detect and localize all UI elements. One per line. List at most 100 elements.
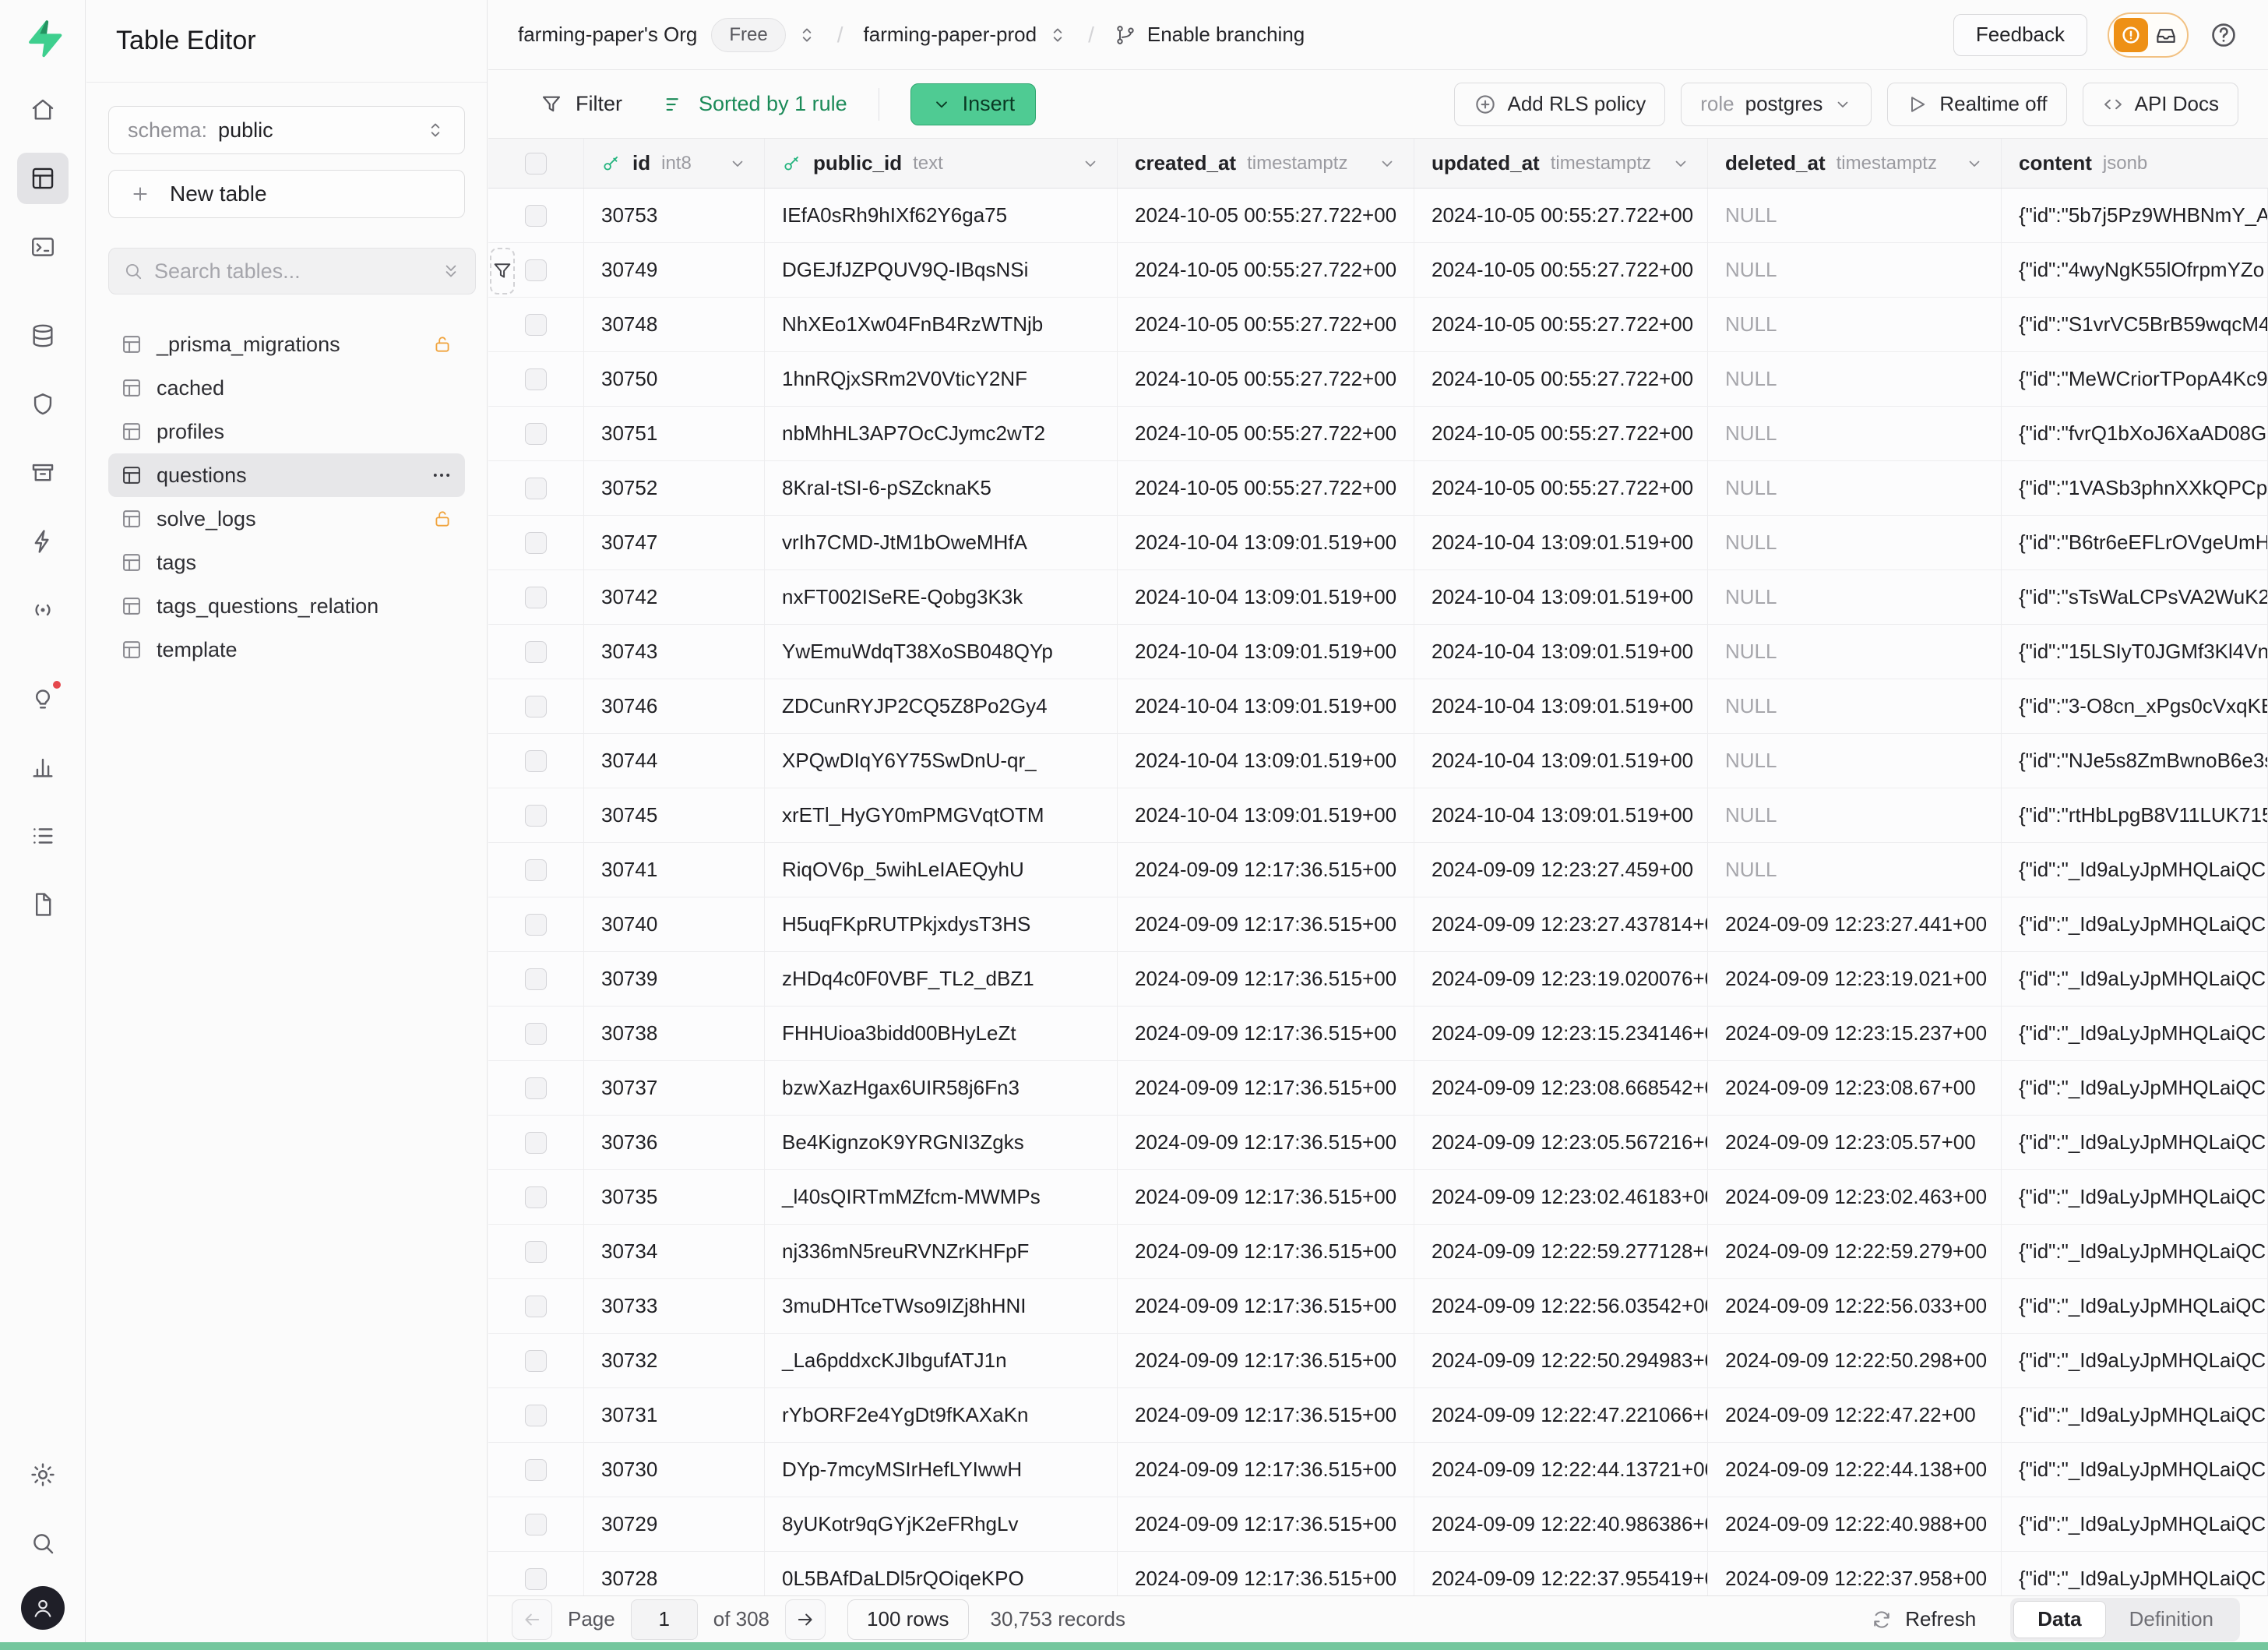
table-row[interactable]: 30744 XPQwDIqY6Y75SwDnU-qr_ 2024-10-04 1…	[488, 734, 2268, 788]
table-row[interactable]: 30743 YwEmuWdqT38XoSB048QYp 2024-10-04 1…	[488, 625, 2268, 679]
column-header[interactable]: updated_at timestamptz	[1414, 139, 1708, 188]
table-row[interactable]: 30749 DGEJfJZPQUV9Q-IBqsNSi 2024-10-05 0…	[488, 243, 2268, 298]
table-row[interactable]: 30745 xrETl_HyGY0mPMGVqtOTM 2024-10-04 1…	[488, 788, 2268, 843]
cell-public-id[interactable]: 0L5BAfDaLDl5rQOiqeKPO	[765, 1552, 1118, 1595]
row-checkbox[interactable]	[525, 1405, 547, 1426]
row-checkbox[interactable]	[525, 859, 547, 881]
cell-id[interactable]: 30732	[584, 1334, 765, 1387]
cell-public-id[interactable]: Be4KignzoK9YRGNI3Zgks	[765, 1116, 1118, 1169]
supabase-logo-icon[interactable]	[23, 19, 62, 58]
cell-updated-at[interactable]: 2024-10-04 13:09:01.519+00	[1414, 679, 1708, 733]
rail-item-logs[interactable]	[17, 810, 69, 862]
cell-updated-at[interactable]: 2024-10-05 00:55:27.722+00	[1414, 352, 1708, 406]
cell-deleted-at[interactable]: 2024-09-09 12:22:44.138+00	[1708, 1443, 2002, 1497]
cell-content[interactable]: {"id":"_Id9aLyJpMHQLaiQC	[2002, 1116, 2268, 1169]
filter-tables-button[interactable]	[490, 248, 515, 294]
cell-public-id[interactable]: 1hnRQjxSRm2V0VticY2NF	[765, 352, 1118, 406]
cell-deleted-at[interactable]: 2024-09-09 12:22:47.22+00	[1708, 1388, 2002, 1442]
cell-deleted-at[interactable]: 2024-09-09 12:22:50.298+00	[1708, 1334, 2002, 1387]
cell-updated-at[interactable]: 2024-10-04 13:09:01.519+00	[1414, 625, 1708, 679]
cell-content[interactable]: {"id":"_Id9aLyJpMHQLaiQC	[2002, 1170, 2268, 1224]
cell-id[interactable]: 30749	[584, 243, 765, 297]
cell-created-at[interactable]: 2024-10-05 00:55:27.722+00	[1118, 298, 1414, 351]
cell-updated-at[interactable]: 2024-09-09 12:22:56.03542+00	[1414, 1279, 1708, 1333]
cell-updated-at[interactable]: 2024-10-04 13:09:01.519+00	[1414, 516, 1708, 569]
cell-public-id[interactable]: H5uqFKpRUTPkjxdysT3HS	[765, 897, 1118, 951]
notifications-button[interactable]	[2108, 12, 2189, 58]
chevrons-up-down-icon[interactable]	[797, 25, 817, 45]
chevrons-down-icon[interactable]	[441, 261, 461, 281]
help-button[interactable]	[2209, 20, 2238, 50]
cell-deleted-at[interactable]: NULL	[1708, 461, 2002, 515]
cell-content[interactable]: {"id":"_Id9aLyJpMHQLaiQC	[2002, 897, 2268, 951]
cell-public-id[interactable]: FHHUioa3bidd00BHyLeZt	[765, 1007, 1118, 1060]
table-row[interactable]: 30735 _l40sQIRTmMZfcm-MWMPs 2024-09-09 1…	[488, 1170, 2268, 1225]
cell-deleted-at[interactable]: 2024-09-09 12:22:56.033+00	[1708, 1279, 2002, 1333]
cell-created-at[interactable]: 2024-10-05 00:55:27.722+00	[1118, 243, 1414, 297]
cell-id[interactable]: 30728	[584, 1552, 765, 1595]
cell-content[interactable]: {"id":"_Id9aLyJpMHQLaiQC	[2002, 1443, 2268, 1497]
cell-created-at[interactable]: 2024-09-09 12:17:36.515+00	[1118, 1116, 1414, 1169]
search-tables-input[interactable]	[154, 259, 430, 284]
cell-content[interactable]: {"id":"rtHbLpgB8V11LUK7152	[2002, 788, 2268, 842]
table-row[interactable]: 30736 Be4KignzoK9YRGNI3Zgks 2024-09-09 1…	[488, 1116, 2268, 1170]
cell-created-at[interactable]: 2024-10-04 13:09:01.519+00	[1118, 516, 1414, 569]
row-checkbox[interactable]	[525, 1514, 547, 1535]
cell-deleted-at[interactable]: NULL	[1708, 788, 2002, 842]
cell-created-at[interactable]: 2024-10-05 00:55:27.722+00	[1118, 352, 1414, 406]
cell-updated-at[interactable]: 2024-09-09 12:23:27.437814+00	[1414, 897, 1708, 951]
cell-created-at[interactable]: 2024-09-09 12:17:36.515+00	[1118, 1061, 1414, 1115]
cell-deleted-at[interactable]: 2024-09-09 12:23:19.021+00	[1708, 952, 2002, 1006]
cell-public-id[interactable]: vrIh7CMD-JtM1bOweMHfA	[765, 516, 1118, 569]
table-row[interactable]: 30731 rYbORF2e4YgDt9fKAXaKn 2024-09-09 1…	[488, 1388, 2268, 1443]
cell-updated-at[interactable]: 2024-10-04 13:09:01.519+00	[1414, 734, 1708, 788]
row-checkbox[interactable]	[525, 914, 547, 936]
chevron-down-icon[interactable]	[1671, 154, 1690, 173]
cell-public-id[interactable]: nxFT002ISeRE-Qobg3K3k	[765, 570, 1118, 624]
table-row[interactable]: 30739 zHDq4c0F0VBF_TL2_dBZ1 2024-09-09 1…	[488, 952, 2268, 1007]
cell-deleted-at[interactable]: 2024-09-09 12:22:37.958+00	[1708, 1552, 2002, 1595]
rail-item-realtime[interactable]	[17, 584, 69, 636]
rail-item-sql-editor[interactable]	[17, 221, 69, 273]
cell-public-id[interactable]: YwEmuWdqT38XoSB048QYp	[765, 625, 1118, 679]
sort-button[interactable]: Sorted by 1 rule	[663, 92, 847, 116]
table-row[interactable]: 30740 H5uqFKpRUTPkjxdysT3HS 2024-09-09 1…	[488, 897, 2268, 952]
cell-id[interactable]: 30730	[584, 1443, 765, 1497]
insert-button[interactable]: Insert	[910, 83, 1037, 125]
table-row[interactable]: 30728 0L5BAfDaLDl5rQOiqeKPO 2024-09-09 1…	[488, 1552, 2268, 1595]
cell-content[interactable]: {"id":"_Id9aLyJpMHQLaiQC	[2002, 1497, 2268, 1551]
table-row[interactable]: 30742 nxFT002ISeRE-Qobg3K3k 2024-10-04 1…	[488, 570, 2268, 625]
cell-updated-at[interactable]: 2024-10-05 00:55:27.722+00	[1414, 461, 1708, 515]
cell-deleted-at[interactable]: NULL	[1708, 243, 2002, 297]
cell-public-id[interactable]: nbMhHL3AP7OcCJymc2wT2	[765, 407, 1118, 460]
cell-deleted-at[interactable]: NULL	[1708, 679, 2002, 733]
cell-created-at[interactable]: 2024-10-04 13:09:01.519+00	[1118, 679, 1414, 733]
realtime-toggle-button[interactable]: Realtime off	[1887, 83, 2066, 126]
table-row[interactable]: 30729 8yUKotr9qGYjK2eFRhgLv 2024-09-09 1…	[488, 1497, 2268, 1552]
cell-id[interactable]: 30737	[584, 1061, 765, 1115]
row-checkbox[interactable]	[525, 259, 547, 281]
row-checkbox[interactable]	[525, 1077, 547, 1099]
table-row[interactable]: 30753 IEfA0sRh9hIXf62Y6ga75 2024-10-05 0…	[488, 189, 2268, 243]
cell-public-id[interactable]: 8KraI-tSI-6-pSZcknaK5	[765, 461, 1118, 515]
schema-select[interactable]: schema: public	[108, 106, 465, 154]
previous-page-button[interactable]	[512, 1599, 552, 1640]
cell-deleted-at[interactable]: 2024-09-09 12:23:02.463+00	[1708, 1170, 2002, 1224]
page-number-input[interactable]	[631, 1599, 698, 1640]
feedback-button[interactable]: Feedback	[1953, 14, 2087, 56]
row-checkbox[interactable]	[525, 641, 547, 663]
cell-public-id[interactable]: 3muDHTceTWso9IZj8hHNI	[765, 1279, 1118, 1333]
column-header[interactable]: public_id text	[765, 139, 1118, 188]
cell-updated-at[interactable]: 2024-10-04 13:09:01.519+00	[1414, 788, 1708, 842]
cell-created-at[interactable]: 2024-09-09 12:17:36.515+00	[1118, 1497, 1414, 1551]
cell-deleted-at[interactable]: 2024-09-09 12:22:40.988+00	[1708, 1497, 2002, 1551]
cell-content[interactable]: {"id":"_Id9aLyJpMHQLaiQC	[2002, 1388, 2268, 1442]
cell-updated-at[interactable]: 2024-09-09 12:23:27.459+00	[1414, 843, 1708, 897]
table-row[interactable]: 30748 NhXEo1Xw04FnB4RzWTNjb 2024-10-05 0…	[488, 298, 2268, 352]
cell-public-id[interactable]: RiqOV6p_5wihLeIAEQyhU	[765, 843, 1118, 897]
row-checkbox[interactable]	[525, 1186, 547, 1208]
cell-id[interactable]: 30731	[584, 1388, 765, 1442]
cell-created-at[interactable]: 2024-10-04 13:09:01.519+00	[1118, 570, 1414, 624]
cell-created-at[interactable]: 2024-09-09 12:17:36.515+00	[1118, 1225, 1414, 1278]
cell-public-id[interactable]: bzwXazHgax6UIR58j6Fn3	[765, 1061, 1118, 1115]
